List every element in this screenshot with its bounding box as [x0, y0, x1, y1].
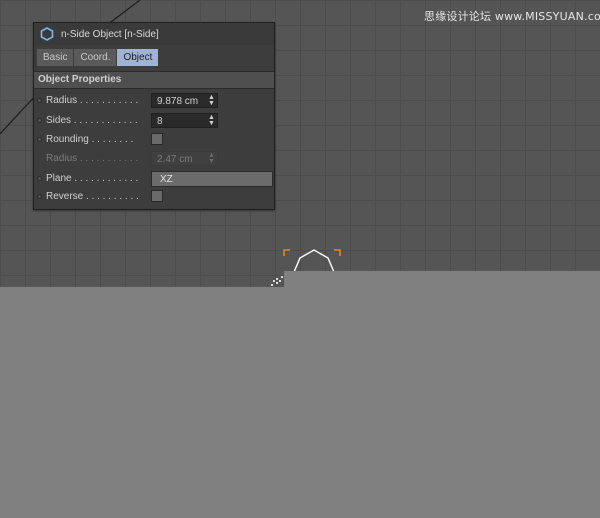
radius-label: Radius . . . . . . . . . . . [46, 95, 139, 106]
tab-bar: Basic Coord. Object [37, 49, 159, 66]
row-reverse: Reverse . . . . . . . . . . [34, 189, 274, 205]
rounding-label: Rounding . . . . . . . . [46, 134, 134, 145]
sides-value: 8 [157, 116, 163, 127]
radius-value: 9.878 cm [157, 96, 199, 107]
attribute-manager-panel: n-Side Object [n-Side] Basic Coord. Obje… [33, 22, 275, 210]
plane-select[interactable]: XZ [151, 171, 273, 187]
keyframe-dot-icon[interactable] [37, 98, 42, 103]
sides-input[interactable]: 8 ▲ ▼ [151, 113, 218, 128]
row-rounding-radius: Radius . . . . . . . . . . . 2.47 cm ▲ ▼ [34, 151, 274, 167]
row-rounding: Rounding . . . . . . . . [34, 132, 274, 148]
plane-value: XZ [160, 174, 173, 185]
rounding-radius-label: Radius . . . . . . . . . . . [46, 153, 139, 164]
sides-label: Sides . . . . . . . . . . . . [46, 115, 138, 126]
plane-label: Plane . . . . . . . . . . . . [46, 173, 139, 184]
section-title: Object Properties [38, 74, 122, 85]
keyframe-dot-icon[interactable] [37, 176, 42, 181]
panel-title-bar[interactable]: n-Side Object [n-Side] [34, 23, 274, 45]
section-header: Object Properties [34, 71, 274, 89]
rounding-radius-input: 2.47 cm ▲ ▼ [151, 151, 218, 166]
lower-region [0, 287, 600, 518]
reverse-checkbox[interactable] [151, 190, 163, 202]
rounding-radius-value: 2.47 cm [157, 154, 193, 165]
keyframe-dot-icon[interactable] [37, 137, 42, 142]
radius-input[interactable]: 9.878 cm ▲ ▼ [151, 93, 218, 108]
row-sides: Sides . . . . . . . . . . . . 8 ▲ ▼ [34, 113, 274, 129]
row-radius: Radius . . . . . . . . . . . 9.878 cm ▲ ▼ [34, 93, 274, 109]
lower-region [284, 271, 600, 288]
spinner-arrows-icon[interactable]: ▲ ▼ [208, 114, 215, 127]
nside-outline [293, 249, 335, 273]
spinner-arrows-icon: ▲ ▼ [208, 152, 215, 165]
row-plane: Plane . . . . . . . . . . . . XZ [34, 171, 274, 187]
reverse-label: Reverse . . . . . . . . . . [46, 191, 139, 202]
selection-corner-tl [283, 249, 290, 256]
tab-basic[interactable]: Basic [37, 49, 74, 66]
keyframe-dot-icon[interactable] [37, 194, 42, 199]
nside-hexagon-icon [40, 27, 54, 41]
watermark-text: 思缘设计论坛 www.MISSYUAN.com [424, 10, 600, 23]
panel-title: n-Side Object [n-Side] [61, 29, 159, 40]
move-handle-icon[interactable] [270, 275, 284, 287]
keyframe-dot-icon[interactable] [37, 118, 42, 123]
selection-corner-tr [334, 249, 341, 256]
tab-coord[interactable]: Coord. [74, 49, 117, 66]
spinner-arrows-icon[interactable]: ▲ ▼ [208, 94, 215, 107]
tab-object[interactable]: Object [117, 49, 159, 66]
rounding-checkbox[interactable] [151, 133, 163, 145]
